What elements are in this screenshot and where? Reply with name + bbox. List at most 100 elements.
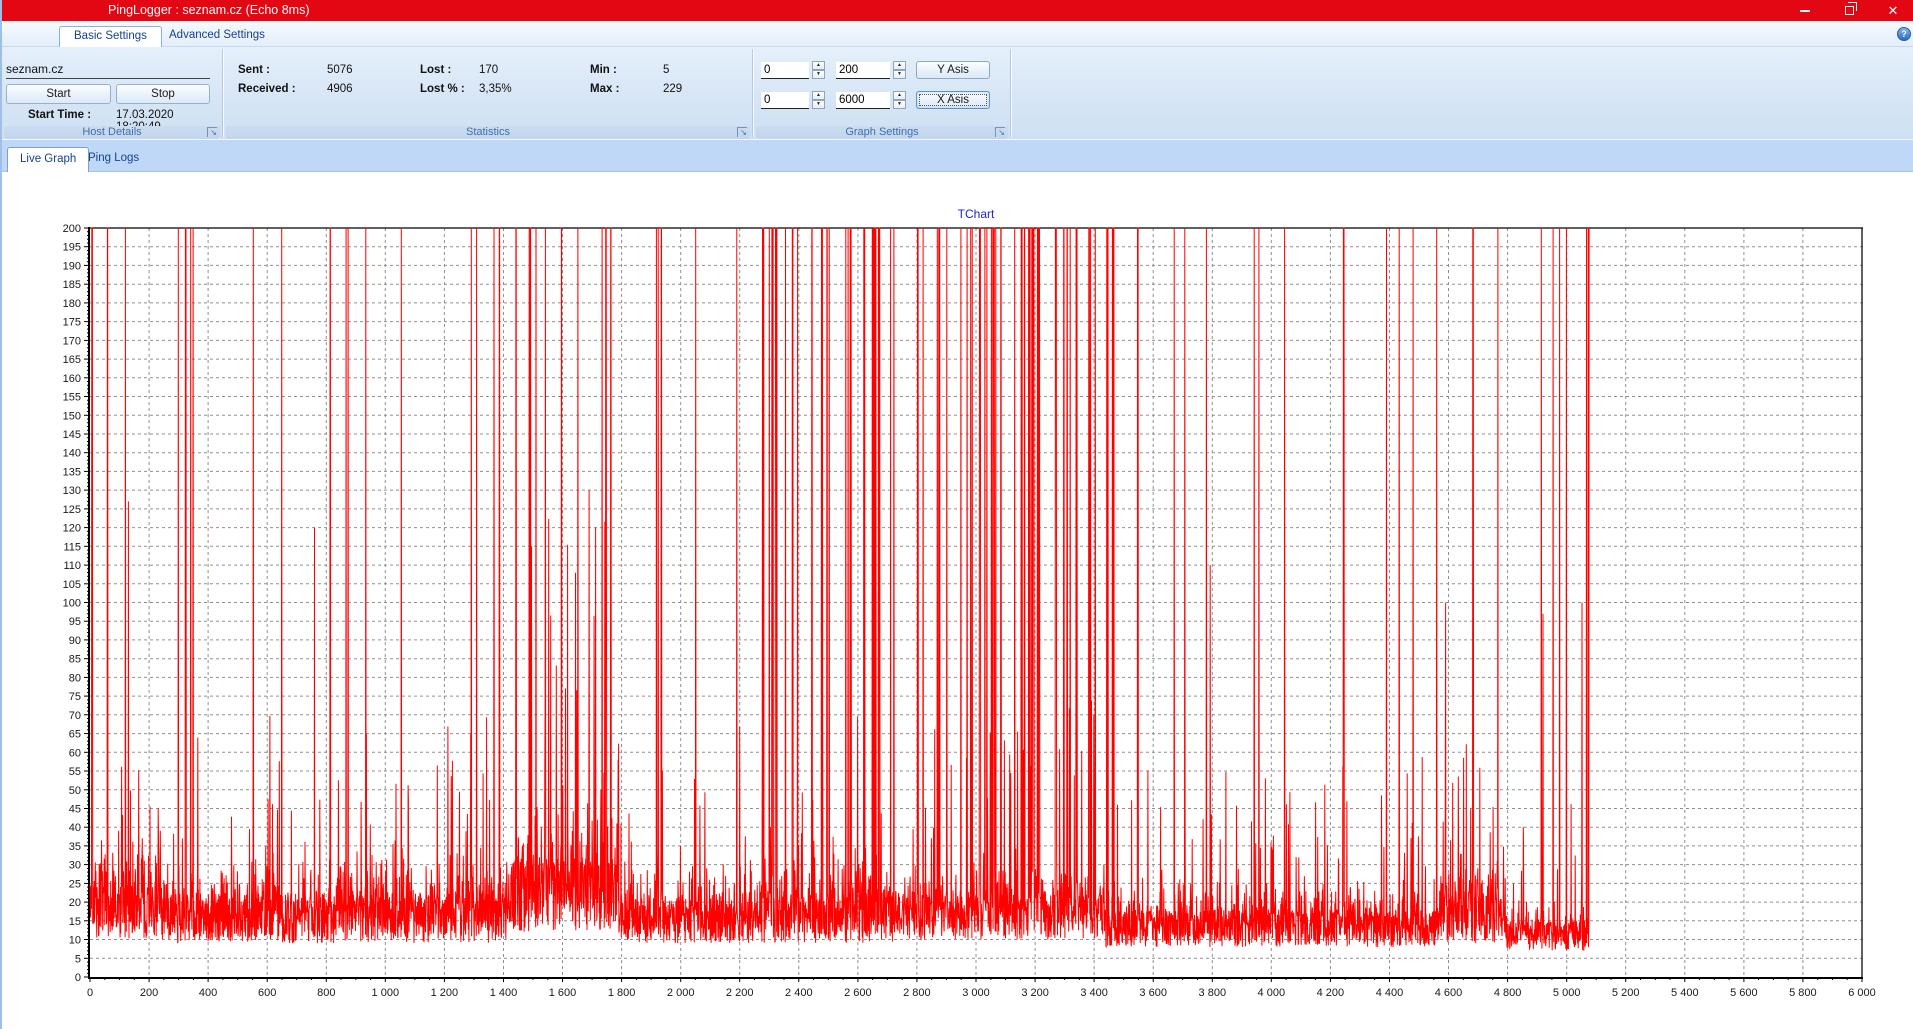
spin-up-button[interactable]: ▲ — [893, 91, 906, 100]
spin-down-button[interactable]: ▼ — [812, 100, 825, 109]
app-window: PingLogger : seznam.cz (Echo 8ms) ✕ Basi… — [0, 0, 1913, 1029]
svg-text:40: 40 — [69, 822, 81, 834]
y-axis-min-input[interactable] — [761, 62, 809, 79]
svg-text:5 200: 5 200 — [1612, 987, 1640, 999]
group-caption-graph-settings: Graph Settings — [756, 126, 1008, 139]
y-axis-max-input[interactable] — [836, 62, 890, 79]
svg-text:65: 65 — [69, 729, 81, 741]
x-axis-apply-button[interactable]: X Asis — [916, 91, 990, 109]
svg-text:2 200: 2 200 — [726, 987, 754, 999]
svg-text:180: 180 — [63, 298, 81, 310]
window-controls: ✕ — [1783, 0, 1913, 21]
y-min-spinner: ▲ ▼ — [812, 61, 825, 79]
start-time-label: Start Time : — [28, 109, 91, 121]
dialog-launcher-icon[interactable]: ↘ — [995, 127, 1005, 137]
svg-text:4 600: 4 600 — [1435, 987, 1463, 999]
spin-up-button[interactable]: ▲ — [893, 61, 906, 70]
svg-text:3 000: 3 000 — [962, 987, 990, 999]
svg-text:1 600: 1 600 — [549, 987, 577, 999]
down-arrow-icon: ▼ — [816, 101, 821, 107]
svg-text:4 400: 4 400 — [1376, 987, 1404, 999]
minimize-button[interactable] — [1783, 0, 1827, 21]
group-graph-settings: ▲ ▼ ▲ ▼ Y Asis ▲ ▼ ▲ ▼ X Asis Graph Sett… — [756, 47, 1008, 139]
stop-button[interactable]: Stop — [116, 84, 210, 104]
start-button[interactable]: Start — [6, 84, 111, 104]
svg-text:165: 165 — [63, 354, 81, 366]
sent-label: Sent : — [238, 64, 270, 76]
live-graph-chart: 02004006008001 0001 2001 4001 6001 8002 … — [2, 172, 1913, 1029]
svg-text:85: 85 — [69, 654, 81, 666]
tab-advanced-settings[interactable]: Advanced Settings — [155, 26, 279, 47]
svg-text:130: 130 — [63, 485, 81, 497]
svg-text:15: 15 — [69, 916, 81, 928]
svg-text:5 800: 5 800 — [1789, 987, 1817, 999]
window-title: PingLogger : seznam.cz (Echo 8ms) — [108, 3, 309, 17]
svg-text:1 200: 1 200 — [431, 987, 459, 999]
svg-text:160: 160 — [63, 373, 81, 385]
svg-text:50: 50 — [69, 785, 81, 797]
group-caption-statistics: Statistics — [226, 126, 750, 139]
minimize-icon — [1800, 10, 1810, 12]
svg-text:5 600: 5 600 — [1730, 987, 1758, 999]
max-label: Max : — [590, 83, 619, 95]
x-min-spinner: ▲ ▼ — [812, 91, 825, 109]
spin-up-button[interactable]: ▲ — [812, 91, 825, 100]
svg-text:120: 120 — [63, 523, 81, 535]
y-axis-apply-button[interactable]: Y Asis — [916, 61, 990, 79]
x-max-spinner: ▲ ▼ — [893, 91, 906, 109]
svg-text:70: 70 — [69, 710, 81, 722]
min-value: 5 — [663, 64, 669, 76]
svg-text:80: 80 — [69, 672, 81, 684]
tab-basic-settings[interactable]: Basic Settings — [59, 26, 162, 47]
svg-text:155: 155 — [63, 392, 81, 404]
svg-text:60: 60 — [69, 747, 81, 759]
svg-text:6 000: 6 000 — [1848, 987, 1876, 999]
svg-text:20: 20 — [69, 897, 81, 909]
close-button[interactable]: ✕ — [1871, 0, 1913, 21]
svg-text:170: 170 — [63, 335, 81, 347]
svg-text:5: 5 — [75, 953, 81, 965]
group-host-details: Start Stop Start Time : 17.03.2020 18:20… — [4, 47, 220, 139]
svg-text:800: 800 — [317, 987, 335, 999]
spin-down-button[interactable]: ▼ — [812, 70, 825, 79]
down-arrow-icon: ▼ — [897, 71, 902, 77]
svg-text:2 000: 2 000 — [667, 987, 695, 999]
tab-live-graph[interactable]: Live Graph — [7, 147, 89, 172]
spin-up-button[interactable]: ▲ — [812, 61, 825, 70]
view-tab-strip: Live Graph Ping Logs — [2, 140, 1913, 172]
svg-text:2 600: 2 600 — [844, 987, 872, 999]
group-separator — [752, 49, 753, 137]
dialog-launcher-icon[interactable]: ↘ — [737, 127, 747, 137]
received-value: 4906 — [327, 83, 353, 95]
spin-down-button[interactable]: ▼ — [893, 100, 906, 109]
svg-text:75: 75 — [69, 691, 81, 703]
y-max-spinner: ▲ ▼ — [893, 61, 906, 79]
host-input[interactable] — [6, 60, 210, 79]
dialog-launcher-icon[interactable]: ↘ — [207, 127, 217, 137]
svg-text:200: 200 — [140, 987, 158, 999]
svg-text:95: 95 — [69, 616, 81, 628]
x-axis-min-input[interactable] — [761, 92, 809, 109]
help-button[interactable]: ? — [1897, 27, 1911, 41]
svg-text:10: 10 — [69, 935, 81, 947]
max-value: 229 — [663, 83, 682, 95]
svg-text:4 200: 4 200 — [1317, 987, 1345, 999]
svg-text:5 400: 5 400 — [1671, 987, 1699, 999]
up-arrow-icon: ▲ — [897, 62, 902, 68]
lost-pct-value: 3,35% — [479, 83, 512, 95]
received-label: Received : — [238, 83, 296, 95]
up-arrow-icon: ▲ — [816, 62, 821, 68]
ping-series-line — [90, 228, 1589, 951]
group-separator — [222, 49, 223, 137]
svg-text:55: 55 — [69, 766, 81, 778]
svg-text:145: 145 — [63, 429, 81, 441]
down-arrow-icon: ▼ — [816, 71, 821, 77]
svg-text:45: 45 — [69, 804, 81, 816]
sent-value: 5076 — [327, 64, 353, 76]
ribbon-tab-row: Basic Settings Advanced Settings ? — [2, 21, 1913, 47]
svg-text:115: 115 — [63, 541, 81, 553]
spin-down-button[interactable]: ▼ — [893, 70, 906, 79]
restore-button[interactable] — [1827, 0, 1871, 21]
svg-text:150: 150 — [63, 410, 81, 422]
x-axis-max-input[interactable] — [836, 92, 890, 109]
